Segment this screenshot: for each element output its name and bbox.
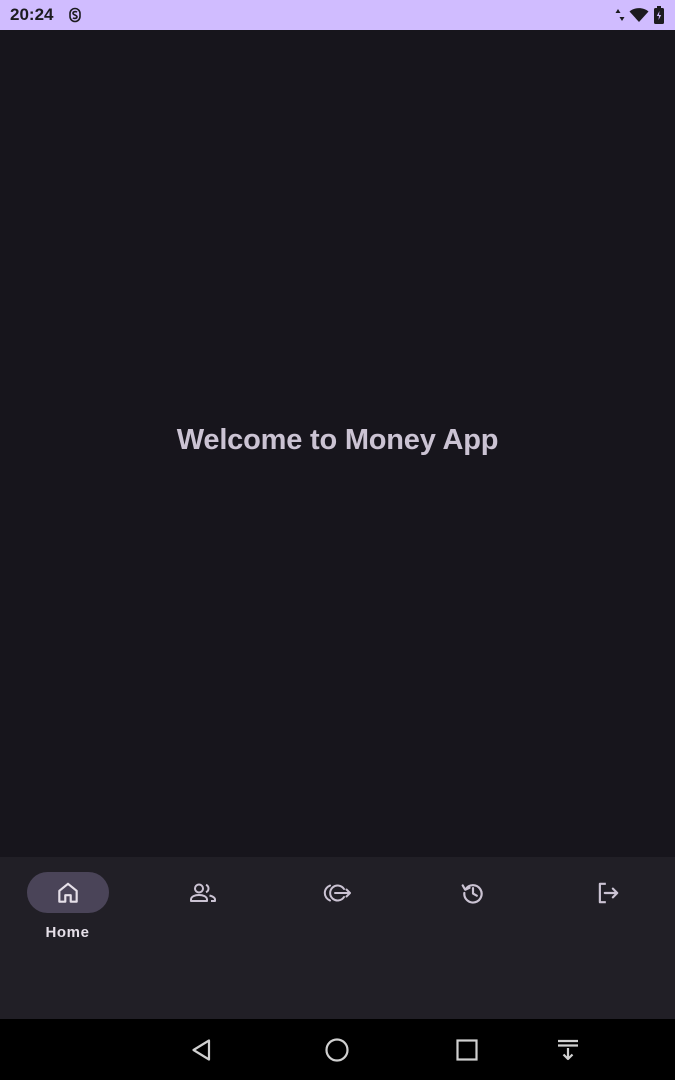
nav-icon-container — [432, 872, 514, 913]
data-arrows-icon — [615, 9, 625, 21]
nav-icon-container — [567, 872, 649, 913]
logout-icon — [598, 882, 618, 903]
nav-icon-container — [297, 872, 379, 913]
nav-item-transfer[interactable] — [270, 857, 405, 1019]
nav-label-home: Home — [45, 924, 90, 941]
system-navigation-bar — [0, 1019, 675, 1080]
home-circle-icon[interactable] — [324, 1037, 350, 1063]
nav-item-history[interactable] — [405, 857, 540, 1019]
people-icon — [189, 883, 216, 902]
notification-shade-icon[interactable] — [555, 1037, 581, 1063]
status-time: 20:24 — [10, 5, 54, 24]
status-icons — [615, 6, 665, 24]
battery-icon — [654, 6, 664, 24]
main-content: Welcome to Money App — [0, 30, 675, 857]
recents-icon[interactable] — [454, 1037, 480, 1063]
nav-item-home[interactable]: Home — [0, 857, 135, 1019]
bottom-navigation: Home — [0, 857, 675, 1019]
welcome-text: Welcome to Money App — [176, 424, 499, 456]
home-icon — [57, 882, 78, 903]
s-app-icon — [69, 7, 82, 23]
nav-icon-container — [162, 872, 244, 913]
wifi-icon — [629, 8, 649, 22]
nav-item-people[interactable] — [135, 857, 270, 1019]
back-icon[interactable] — [189, 1037, 215, 1063]
transfer-icon — [323, 884, 351, 901]
nav-active-indicator — [26, 872, 109, 913]
status-bar: 20:24 — [0, 0, 675, 30]
history-icon — [461, 883, 483, 904]
nav-item-logout[interactable] — [540, 857, 675, 1019]
